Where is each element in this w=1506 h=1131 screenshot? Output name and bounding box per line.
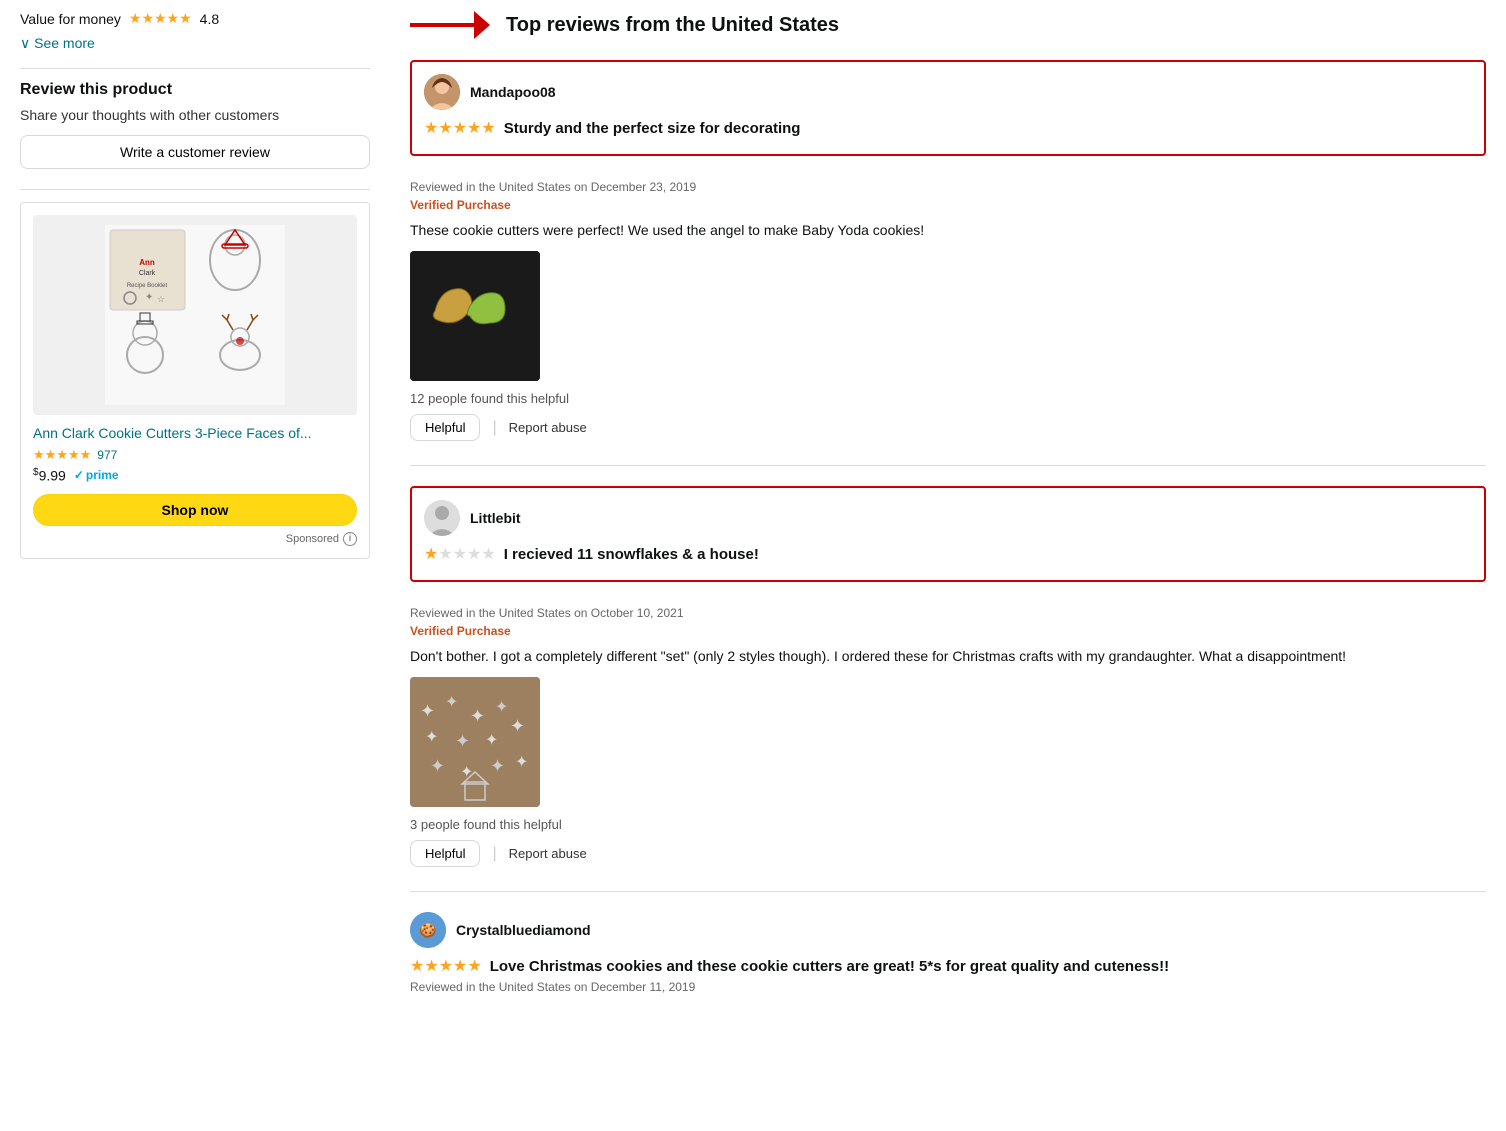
value-money-label: Value for money xyxy=(20,11,121,27)
pipe-2: | xyxy=(492,845,496,863)
prime-check-icon: ✓ xyxy=(74,468,84,482)
svg-text:✦: ✦ xyxy=(515,754,528,771)
divider-1 xyxy=(20,68,370,69)
review-product-heading: Review this product xyxy=(20,81,370,99)
svg-text:✦: ✦ xyxy=(470,706,485,726)
helpful-row-1: 12 people found this helpful xyxy=(410,391,1486,406)
svg-text:✦: ✦ xyxy=(145,292,153,303)
helpful-actions-1: Helpful | Report abuse xyxy=(410,414,1486,441)
review-stars-row-2: ★★★★★ I recieved 11 snowflakes & a house… xyxy=(424,544,1472,564)
helpful-button-1[interactable]: Helpful xyxy=(410,414,480,441)
value-for-money-row: Value for money ★★★★★ 4.8 xyxy=(20,10,370,27)
review-title-3: Love Christmas cookies and these cookie … xyxy=(490,958,1169,975)
review-body-card-2: Reviewed in the United States on October… xyxy=(410,606,1486,867)
svg-text:✦: ✦ xyxy=(490,756,505,776)
write-review-button[interactable]: Write a customer review xyxy=(20,135,370,169)
report-abuse-2[interactable]: Report abuse xyxy=(509,846,587,861)
review-meta-1: Reviewed in the United States on Decembe… xyxy=(410,180,1486,194)
product-stars: ★★★★★ xyxy=(33,447,91,463)
svg-text:✦: ✦ xyxy=(420,701,435,721)
helpful-row-2: 3 people found this helpful xyxy=(410,817,1486,832)
report-abuse-1[interactable]: Report abuse xyxy=(509,420,587,435)
pipe-1: | xyxy=(492,419,496,437)
svg-text:Clark: Clark xyxy=(139,270,156,277)
section-header: Top reviews from the United States xyxy=(410,10,1486,40)
sponsored-product-card: Ann Clark Recipe Booklet ✦ ☆ xyxy=(20,202,370,559)
price-frac: .99 xyxy=(46,468,65,484)
review-body-1: These cookie cutters were perfect! We us… xyxy=(410,220,1486,241)
product-price: $9.99 xyxy=(33,467,66,484)
svg-text:★: ★ xyxy=(445,303,459,320)
svg-text:✦: ✦ xyxy=(445,694,458,711)
svg-text:✦: ✦ xyxy=(485,732,498,749)
reviewer-row-2: Littlebit xyxy=(424,500,1472,536)
top-reviews-title: Top reviews from the United States xyxy=(506,14,839,37)
review-product-subtext: Share your thoughts with other customers xyxy=(20,107,370,123)
svg-text:✦: ✦ xyxy=(495,699,508,716)
reviewer-name-3[interactable]: Crystalbluediamond xyxy=(456,922,591,938)
arrow-right-icon xyxy=(410,10,490,40)
prime-label: prime xyxy=(86,468,119,482)
svg-text:✦: ✦ xyxy=(430,756,445,776)
product-image: Ann Clark Recipe Booklet ✦ ☆ xyxy=(33,215,357,415)
review-this-product-section: Review this product Share your thoughts … xyxy=(20,81,370,169)
review-stars-row-1: ★★★★★ Sturdy and the perfect size for de… xyxy=(424,118,1472,138)
review-image-2[interactable]: ✦ ✦ ✦ ✦ ✦ ✦ ✦ ✦ ✦ ✦ ✦ ✦ xyxy=(410,677,540,807)
prime-badge: ✓ prime xyxy=(74,468,119,482)
review-body-card-1: Reviewed in the United States on Decembe… xyxy=(410,180,1486,441)
value-stars: ★★★★★ xyxy=(129,10,192,27)
review-card-1: Mandapoo08 ★★★★★ Sturdy and the perfect … xyxy=(410,60,1486,156)
reviewer-name-1[interactable]: Mandapoo08 xyxy=(470,84,556,100)
review-separator-2 xyxy=(410,891,1486,892)
divider-2 xyxy=(20,189,370,190)
svg-text:✦: ✦ xyxy=(455,731,470,751)
review-stars-row-3: ★★★★★ Love Christmas cookies and these c… xyxy=(410,956,1486,976)
svg-text:🍪: 🍪 xyxy=(419,922,436,939)
reviewer-row-1: Mandapoo08 xyxy=(424,74,1472,110)
review-stars-3: ★★★★★ xyxy=(410,956,482,976)
product-rating-count[interactable]: 977 xyxy=(97,448,117,462)
see-more-link[interactable]: ∨ See more xyxy=(20,35,370,52)
review-separator-1 xyxy=(410,465,1486,466)
review-card-3: 🍪 Crystalbluediamond ★★★★★ Love Christma… xyxy=(410,912,1486,994)
review-body-2: Don't bother. I got a completely differe… xyxy=(410,646,1486,667)
svg-text:✦: ✦ xyxy=(482,303,494,319)
avatar-2 xyxy=(424,500,460,536)
svg-text:☆: ☆ xyxy=(157,294,165,304)
avatar-3: 🍪 xyxy=(410,912,446,948)
value-rating: 4.8 xyxy=(200,11,219,27)
reviewer-name-2[interactable]: Littlebit xyxy=(470,510,521,526)
review-image-1[interactable]: ★ ✦ xyxy=(410,251,540,381)
avatar-1 xyxy=(424,74,460,110)
verified-badge-1: Verified Purchase xyxy=(410,198,1486,212)
helpful-count-2: 3 people found this helpful xyxy=(410,817,562,832)
right-panel: Top reviews from the United States Manda… xyxy=(400,10,1486,1018)
review-meta-2: Reviewed in the United States on October… xyxy=(410,606,1486,620)
product-title[interactable]: Ann Clark Cookie Cutters 3-Piece Faces o… xyxy=(33,425,357,441)
sponsored-info-icon[interactable]: i xyxy=(343,532,357,546)
sponsored-label-row: Sponsored i xyxy=(33,532,357,546)
svg-text:✦: ✦ xyxy=(460,764,473,781)
helpful-button-2[interactable]: Helpful xyxy=(410,840,480,867)
shop-now-button[interactable]: Shop now xyxy=(33,494,357,526)
svg-text:✦: ✦ xyxy=(425,729,438,746)
review-title-1: Sturdy and the perfect size for decorati… xyxy=(504,120,801,137)
svg-text:✦: ✦ xyxy=(510,716,525,736)
review-meta-3: Reviewed in the United States on Decembe… xyxy=(410,980,1486,994)
sponsored-text: Sponsored xyxy=(286,533,339,545)
review-stars-1: ★★★★★ xyxy=(424,118,496,138)
helpful-actions-2: Helpful | Report abuse xyxy=(410,840,1486,867)
left-sidebar: Value for money ★★★★★ 4.8 ∨ See more Rev… xyxy=(20,10,400,1018)
product-rating-row: ★★★★★ 977 xyxy=(33,447,357,463)
reviewer-row-3: 🍪 Crystalbluediamond xyxy=(410,912,1486,948)
review-card-2: Littlebit ★★★★★ I recieved 11 snowflakes… xyxy=(410,486,1486,582)
helpful-count-1: 12 people found this helpful xyxy=(410,391,569,406)
review-stars-2: ★★★★★ xyxy=(424,544,496,564)
review-title-2: I recieved 11 snowflakes & a house! xyxy=(504,546,759,563)
verified-badge-2: Verified Purchase xyxy=(410,624,1486,638)
svg-text:Recipe Booklet: Recipe Booklet xyxy=(127,283,168,289)
product-price-row: $9.99 ✓ prime xyxy=(33,467,357,484)
svg-text:Ann: Ann xyxy=(139,258,155,267)
